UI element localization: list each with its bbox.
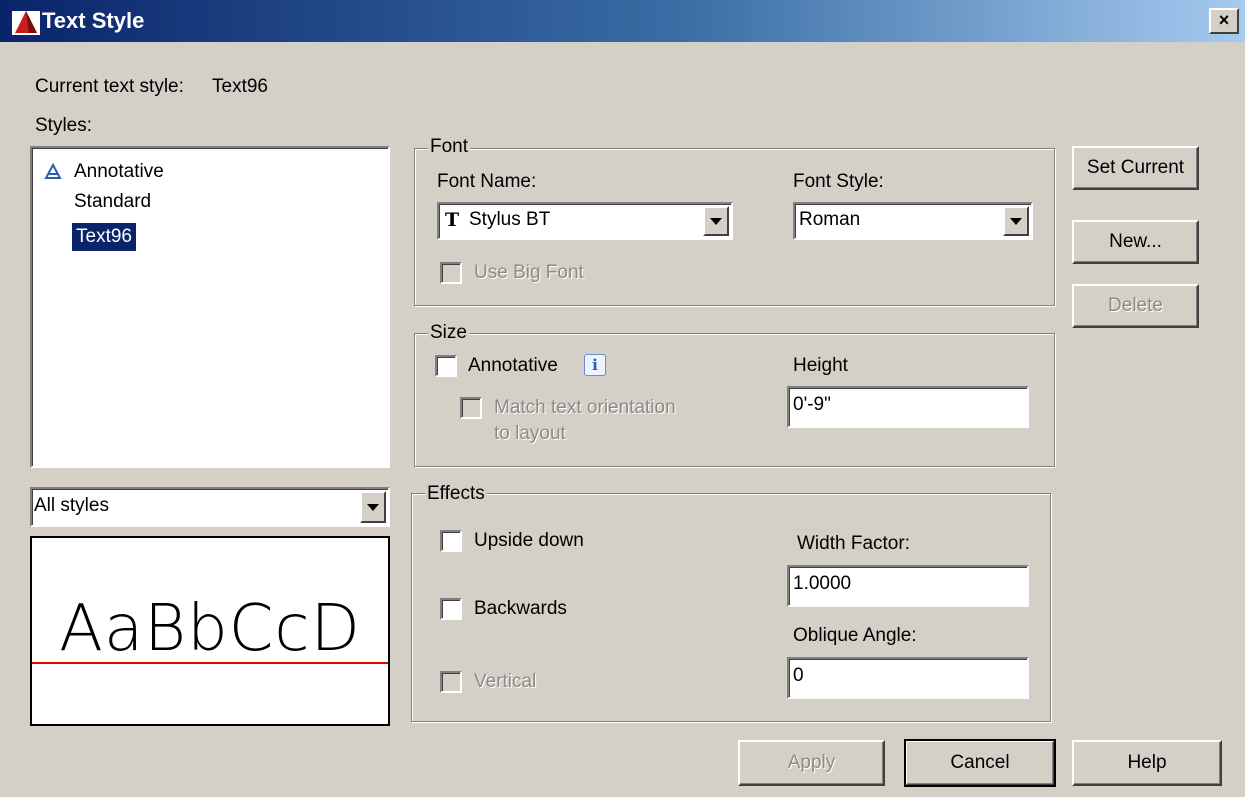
- use-big-font-checkbox[interactable]: [440, 262, 462, 284]
- font-style-dropdown[interactable]: Roman: [793, 202, 1033, 240]
- new-button[interactable]: New...: [1072, 220, 1199, 264]
- height-label: Height: [793, 355, 848, 376]
- use-big-font-label: Use Big Font: [474, 262, 584, 283]
- effects-group-title: Effects: [425, 483, 487, 505]
- current-style-label: Current text style:: [35, 76, 184, 97]
- annotative-checkbox[interactable]: [435, 355, 457, 377]
- help-button[interactable]: Help: [1072, 740, 1222, 786]
- styles-list[interactable]: Annotative Standard Text96: [30, 146, 390, 468]
- width-factor-label: Width Factor:: [797, 533, 910, 554]
- apply-button[interactable]: Apply: [738, 740, 885, 786]
- height-input[interactable]: 0'-9": [787, 386, 1029, 428]
- text-preview: AaBbCcD: [30, 536, 390, 726]
- width-factor-input[interactable]: 1.0000: [787, 565, 1029, 607]
- font-group-title: Font: [428, 136, 471, 158]
- font-name-dropdown[interactable]: T Stylus BT: [437, 202, 733, 240]
- annotative-icon: [44, 163, 62, 179]
- close-icon: ×: [1218, 10, 1230, 30]
- upside-down-label: Upside down: [474, 530, 584, 551]
- match-orientation-label-line2: to layout: [494, 423, 566, 444]
- title-bar[interactable]: Text Style ×: [0, 0, 1245, 42]
- vertical-checkbox[interactable]: [440, 671, 462, 693]
- font-style-label: Font Style:: [793, 171, 884, 192]
- upside-down-checkbox[interactable]: [440, 530, 462, 552]
- backwards-label: Backwards: [474, 598, 567, 619]
- info-icon-glyph: i: [592, 356, 598, 374]
- chevron-down-icon[interactable]: [360, 491, 386, 523]
- info-icon[interactable]: i: [584, 354, 606, 376]
- set-current-button[interactable]: Set Current: [1072, 146, 1199, 190]
- font-name-value: Stylus BT: [469, 209, 551, 230]
- styles-filter-value: All styles: [34, 495, 109, 516]
- autocad-app-icon: [12, 11, 40, 35]
- width-factor-value: 1.0000: [793, 573, 852, 594]
- oblique-angle-label: Oblique Angle:: [793, 625, 917, 646]
- oblique-angle-value: 0: [793, 665, 804, 686]
- oblique-angle-input[interactable]: 0: [787, 657, 1029, 699]
- styles-filter-dropdown[interactable]: All styles: [30, 487, 390, 527]
- font-name-label: Font Name:: [437, 171, 537, 192]
- backwards-checkbox[interactable]: [440, 598, 462, 620]
- match-orientation-checkbox[interactable]: [460, 397, 482, 419]
- size-group-title: Size: [428, 322, 469, 344]
- preview-baseline: [32, 662, 388, 664]
- chevron-down-icon[interactable]: [703, 206, 729, 236]
- styles-list-item[interactable]: Standard: [74, 190, 151, 214]
- delete-button[interactable]: Delete: [1072, 284, 1199, 328]
- height-value: 0'-9": [793, 394, 831, 415]
- match-orientation-label-line1: Match text orientation: [494, 397, 676, 418]
- styles-label: Styles:: [35, 115, 93, 136]
- chevron-down-icon[interactable]: [1003, 206, 1029, 236]
- font-style-value: Roman: [799, 209, 861, 230]
- vertical-label: Vertical: [474, 671, 537, 692]
- preview-sample-text: AaBbCcD: [59, 592, 361, 666]
- window-title: Text Style: [42, 8, 145, 33]
- cancel-button[interactable]: Cancel: [904, 739, 1056, 787]
- truetype-font-icon: T: [445, 209, 460, 231]
- current-style-value: Text96: [212, 76, 268, 97]
- styles-list-item-selected[interactable]: Text96: [72, 223, 136, 251]
- close-button[interactable]: ×: [1209, 8, 1239, 34]
- styles-list-item-label: Annotative: [74, 161, 164, 182]
- annotative-label: Annotative: [468, 355, 558, 376]
